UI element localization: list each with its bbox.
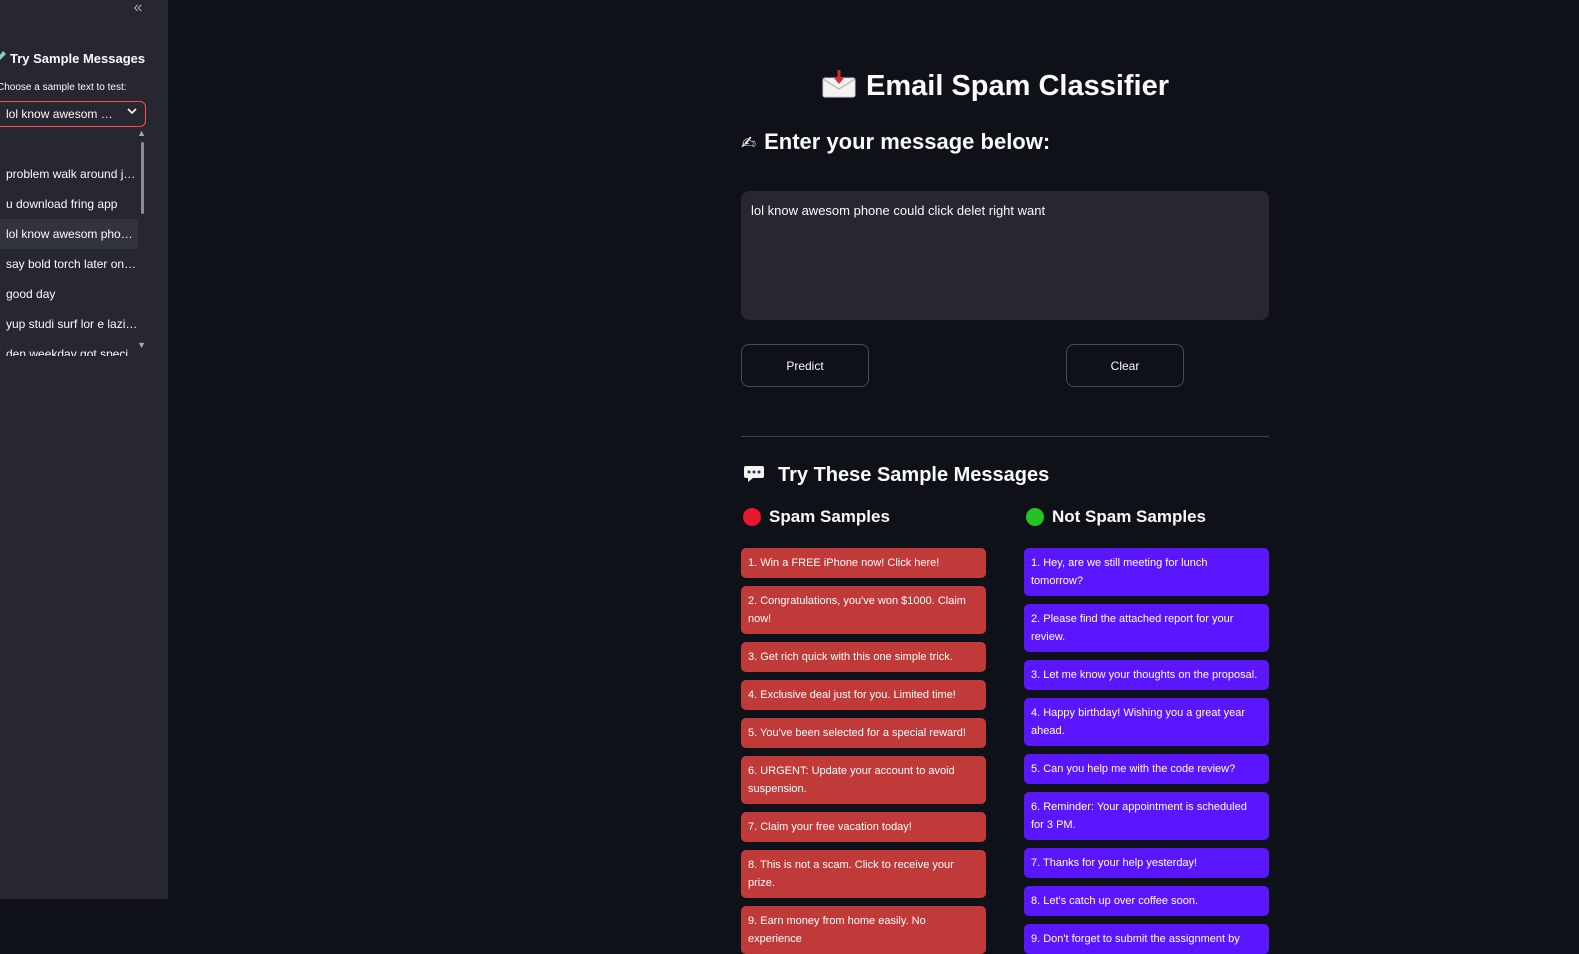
- sample-select-label: Choose a sample text to test:: [0, 82, 127, 93]
- test-tube-icon: [0, 51, 8, 66]
- not-spam-samples-list: 1. Hey, are we still meeting for lunch t…: [1024, 548, 1269, 954]
- chevron-down-icon: [127, 106, 137, 119]
- speech-balloon-icon: [743, 465, 770, 485]
- samples-heading-text: Try These Sample Messages: [778, 464, 1050, 486]
- sample-dropdown-list[interactable]: problem walk around julianaland u downlo…: [0, 128, 148, 356]
- dropdown-option[interactable]: good day: [0, 279, 138, 309]
- predict-button[interactable]: Predict: [741, 344, 869, 387]
- clear-button[interactable]: Clear: [1066, 344, 1184, 387]
- not-spam-sample-card[interactable]: 9. Don't forget to submit the assignment…: [1024, 924, 1269, 954]
- scroll-down-icon[interactable]: ▼: [137, 340, 146, 350]
- red-circle-icon: [743, 508, 761, 526]
- collapse-sidebar-icon[interactable]: «: [128, 0, 148, 18]
- spam-samples-heading: Spam Samples: [743, 507, 890, 527]
- spam-sample-card[interactable]: 2. Congratulations, you've won $1000. Cl…: [741, 586, 986, 634]
- dropdown-scrollbar[interactable]: [140, 132, 146, 352]
- dropdown-option[interactable]: problem walk around julianaland: [0, 159, 138, 189]
- not-spam-sample-card[interactable]: 7. Thanks for your help yesterday!: [1024, 848, 1269, 878]
- sample-select[interactable]: lol know awesom phone could click delet …: [0, 101, 146, 127]
- not-spam-sample-card[interactable]: 6. Reminder: Your appointment is schedul…: [1024, 792, 1269, 840]
- spam-sample-card[interactable]: 1. Win a FREE iPhone now! Click here!: [741, 548, 986, 578]
- message-input[interactable]: lol know awesom phone could click delet …: [741, 191, 1269, 320]
- dropdown-option[interactable]: say bold torch later one torch 2bold: [0, 249, 138, 279]
- spam-sample-card[interactable]: 5. You've been selected for a special re…: [741, 718, 986, 748]
- not-spam-samples-heading-text: Not Spam Samples: [1052, 507, 1206, 526]
- sample-select-value: lol know awesom phone could click delet …: [6, 107, 118, 121]
- not-spam-sample-card[interactable]: 8. Let's catch up over coffee soon.: [1024, 886, 1269, 916]
- not-spam-sample-card[interactable]: 5. Can you help me with the code review?: [1024, 754, 1269, 784]
- not-spam-sample-card[interactable]: 4. Happy birthday! Wishing you a great y…: [1024, 698, 1269, 746]
- sidebar-title-text: Try Sample Messages: [10, 51, 146, 66]
- not-spam-sample-card[interactable]: 2. Please find the attached report for y…: [1024, 604, 1269, 652]
- dropdown-option[interactable]: den weekday got speci: [0, 339, 138, 356]
- spam-samples-heading-text: Spam Samples: [769, 507, 890, 526]
- dropdown-option-selected[interactable]: lol know awesom phone could click delet …: [0, 219, 138, 249]
- page-title-text: Email Spam Classifier: [866, 70, 1170, 102]
- spam-sample-card[interactable]: 3. Get rich quick with this one simple t…: [741, 642, 986, 672]
- not-spam-samples-heading: Not Spam Samples: [1026, 507, 1206, 527]
- spam-sample-card[interactable]: 8. This is not a scam. Click to receive …: [741, 850, 986, 898]
- spam-sample-card[interactable]: 9. Earn money from home easily. No exper…: [741, 906, 986, 954]
- spam-sample-card[interactable]: 4. Exclusive deal just for you. Limited …: [741, 680, 986, 710]
- sidebar: « Try Sample Messages Choose a sample te…: [0, 0, 168, 899]
- not-spam-sample-card[interactable]: 1. Hey, are we still meeting for lunch t…: [1024, 548, 1269, 596]
- dropdown-option[interactable]: u download fring app: [0, 189, 138, 219]
- input-subheading: ✍ Enter your message below:: [741, 129, 1050, 155]
- sidebar-title: Try Sample Messages: [0, 51, 145, 66]
- input-subheading-text: Enter your message below:: [764, 129, 1051, 154]
- page-title: Email Spam Classifier: [822, 70, 1169, 103]
- not-spam-sample-card[interactable]: 3. Let me know your thoughts on the prop…: [1024, 660, 1269, 690]
- spam-samples-list: 1. Win a FREE iPhone now! Click here! 2.…: [741, 548, 986, 954]
- envelope-arrow-icon: [822, 70, 856, 98]
- spam-sample-card[interactable]: 7. Claim your free vacation today!: [741, 812, 986, 842]
- dropdown-option[interactable]: yup studi surf lor e lazi mode today: [0, 309, 138, 339]
- green-circle-icon: [1026, 508, 1044, 526]
- scrollbar-thumb[interactable]: [141, 142, 144, 214]
- divider: [741, 436, 1269, 437]
- writing-hand-icon: ✍: [741, 133, 757, 153]
- samples-heading: Try These Sample Messages: [743, 464, 1049, 487]
- spam-sample-card[interactable]: 6. URGENT: Update your account to avoid …: [741, 756, 986, 804]
